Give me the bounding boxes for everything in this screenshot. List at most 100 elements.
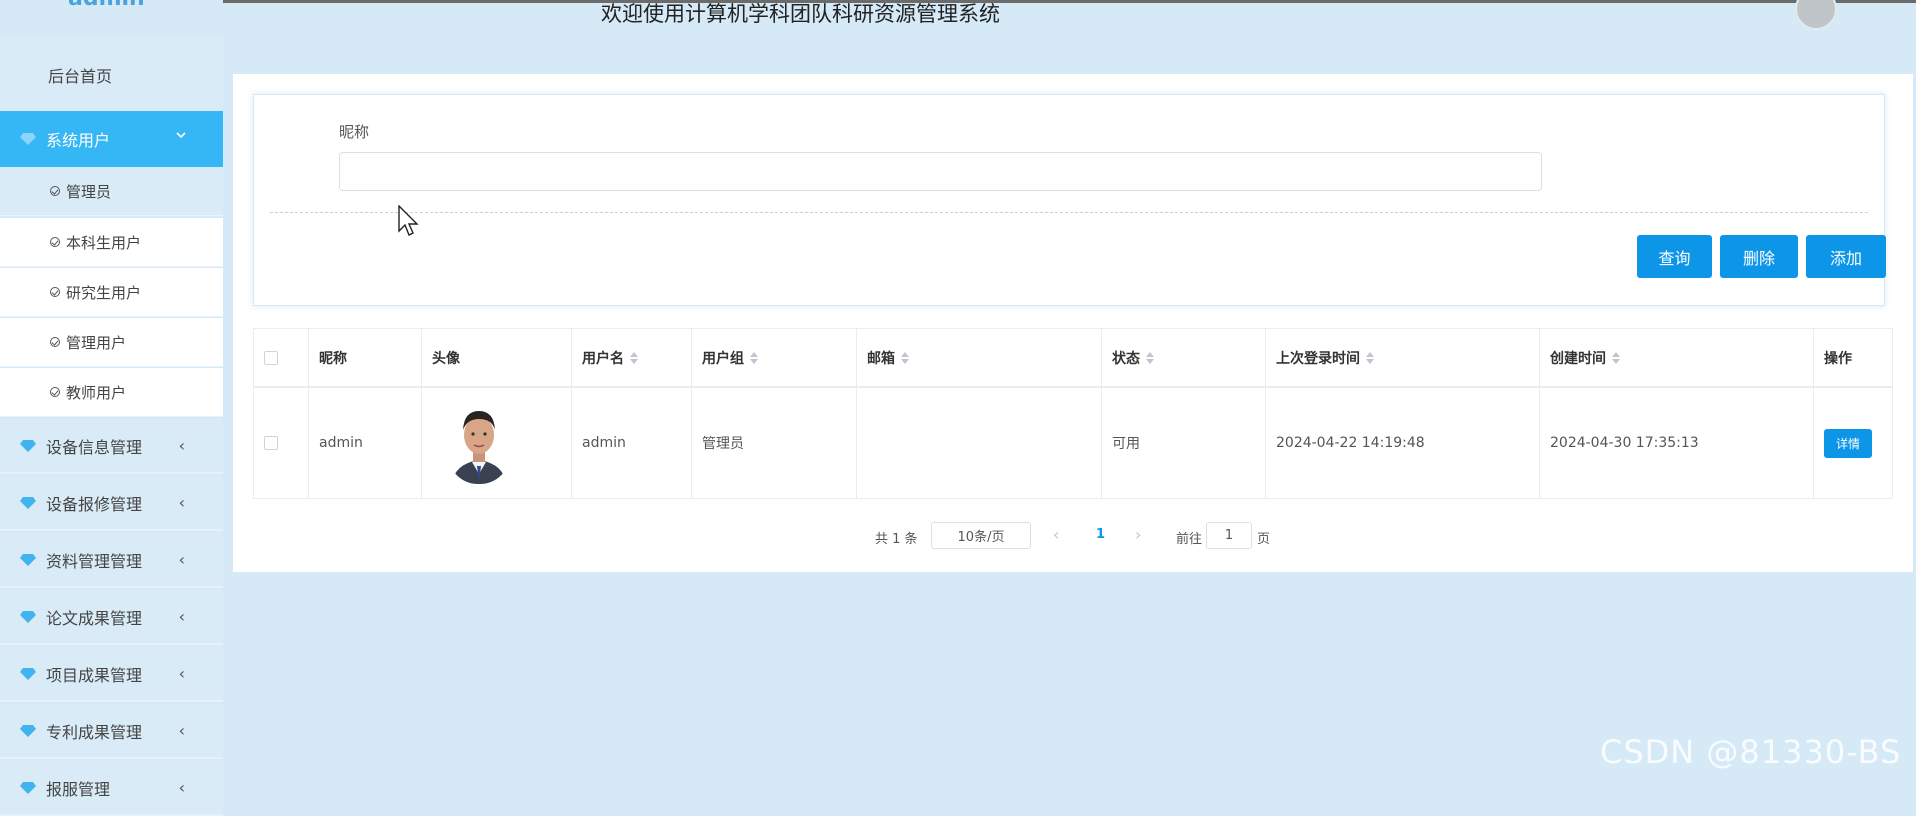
sidebar-item-label: 研究生用户 [66,283,142,302]
created-cell: 2024-04-30 17:35:13 [1540,388,1814,498]
table-row: admin admin 管理员 可用 2024-04-22 14:19:48 2… [254,388,1892,498]
row-checkbox[interactable] [264,436,278,450]
chevron-down-icon [176,132,186,139]
page-number-current[interactable]: 1 [1096,527,1105,542]
column-header-created[interactable]: 创建时间 [1540,329,1814,386]
sort-icon[interactable] [1612,351,1620,365]
sidebar-item-label: 管理员 [66,182,112,201]
column-header-actions: 操作 [1814,329,1892,386]
column-header-email[interactable]: 邮箱 [857,329,1102,386]
select-all-checkbox[interactable] [264,350,278,365]
column-header-label: 昵称 [319,350,347,367]
diamond-icon [20,610,36,623]
page-suffix: 页 [1257,532,1271,547]
column-header-group[interactable]: 用户组 [692,329,857,386]
sort-icon[interactable] [750,351,758,365]
sidebar-group-materials[interactable]: 资料管理管理 ‹ [0,533,223,588]
sidebar-group-projects[interactable]: 项目成果管理 ‹ [0,647,223,702]
check-circle-icon [50,337,60,347]
diamond-icon [20,496,36,509]
sidebar-item-teacher-users[interactable]: 教师用户 [0,368,223,417]
sidebar-item-admins[interactable]: 管理员 [0,167,223,216]
diamond-icon [20,781,36,794]
username-cell: admin [572,388,692,498]
users-table: 昵称 头像 用户名 用户组 邮箱 状态 上次登录时间 创建时间 操作 admin [253,328,1893,499]
mouse-cursor-icon [398,205,419,236]
sidebar-group-device-repair[interactable]: 设备报修管理 ‹ [0,476,223,531]
diamond-icon [20,553,36,566]
logo: admin [68,0,145,11]
chevron-left-icon: ‹ [178,664,185,683]
nickname-label: 昵称 [339,123,370,141]
sidebar-item-label: 教师用户 [66,383,127,402]
sort-icon[interactable] [630,351,638,365]
main-panel: 昵称 查询 删除 添加 昵称 头像 用户名 用户组 邮箱 状态 上次登录时间 创… [233,74,1913,572]
sort-icon[interactable] [901,351,909,365]
sort-icon[interactable] [1146,351,1154,365]
sidebar-group-label: 专利成果管理 [46,722,143,742]
delete-button[interactable]: 删除 [1720,235,1798,278]
column-header-label: 创建时间 [1550,350,1606,367]
sidebar-group-label: 设备信息管理 [46,437,143,457]
user-avatar[interactable] [1795,0,1837,30]
user-photo [448,402,510,484]
sidebar-group-label: 报服管理 [46,779,111,799]
sidebar-item-home[interactable]: 后台首页 [0,38,223,112]
pagination: 共 1 条 10条/页 ‹ 1 › 前往 1 页 [233,522,1913,552]
goto-page-input[interactable]: 1 [1206,522,1252,549]
sidebar-group-papers[interactable]: 论文成果管理 ‹ [0,590,223,645]
query-button[interactable]: 查询 [1637,235,1712,278]
sidebar-group-label: 论文成果管理 [46,608,143,628]
group-cell: 管理员 [692,388,857,498]
prev-page-icon[interactable]: ‹ [1053,525,1059,544]
sidebar-group-system-users[interactable]: 系统用户 [0,111,223,167]
email-cell [857,388,1102,498]
column-header-nickname: 昵称 [309,329,422,386]
chevron-left-icon: ‹ [178,778,185,797]
sidebar-item-manager-users[interactable]: 管理用户 [0,318,223,367]
divider [270,212,1868,213]
search-form: 昵称 查询 删除 添加 [253,94,1886,306]
check-circle-icon [50,237,60,247]
chevron-left-icon: ‹ [178,721,185,740]
sidebar-group-device-info[interactable]: 设备信息管理 ‹ [0,419,223,474]
table-header: 昵称 头像 用户名 用户组 邮箱 状态 上次登录时间 创建时间 操作 [254,329,1892,388]
column-header-username[interactable]: 用户名 [572,329,692,386]
sidebar-item-grad-users[interactable]: 研究生用户 [0,268,223,317]
sidebar-item-label: 管理用户 [66,333,127,352]
nickname-cell: admin [309,388,422,498]
check-circle-icon [50,186,60,196]
column-header-status[interactable]: 状态 [1102,329,1266,386]
check-circle-icon [50,287,60,297]
check-circle-icon [50,387,60,397]
diamond-icon [20,133,36,145]
sort-icon[interactable] [1366,351,1374,365]
next-page-icon[interactable]: › [1135,525,1141,544]
sidebar-group-label: 设备报修管理 [46,494,143,514]
column-header-label: 用户组 [702,350,744,367]
sidebar-group-reports[interactable]: 报服管理 ‹ [0,761,223,816]
chevron-left-icon: ‹ [178,550,185,569]
detail-button[interactable]: 详情 [1824,428,1873,458]
select-all-cell [254,329,309,386]
sidebar-group-label: 资料管理管理 [46,551,143,571]
avatar-cell [422,388,572,498]
sidebar-group-patents[interactable]: 专利成果管理 ‹ [0,704,223,759]
column-header-last-login[interactable]: 上次登录时间 [1266,329,1540,386]
column-header-label: 上次登录时间 [1276,350,1360,367]
column-header-label: 操作 [1824,350,1852,367]
page-size-select[interactable]: 10条/页 [931,522,1031,549]
status-cell: 可用 [1102,388,1266,498]
chevron-left-icon: ‹ [178,436,185,455]
sidebar: admin 后台首页 系统用户 管理员 本科生用户 研究生用户 管理用户 教师用… [0,0,223,816]
sidebar-item-label: 本科生用户 [66,233,142,252]
column-header-label: 状态 [1112,350,1140,367]
diamond-icon [20,667,36,680]
add-button[interactable]: 添加 [1806,235,1886,278]
nickname-input[interactable] [339,152,1542,191]
pagination-total: 共 1 条 [875,532,918,547]
column-header-avatar: 头像 [422,329,572,386]
last-login-cell: 2024-04-22 14:19:48 [1266,388,1540,498]
sidebar-item-undergrad-users[interactable]: 本科生用户 [0,218,223,267]
sidebar-group-label: 项目成果管理 [46,665,143,685]
